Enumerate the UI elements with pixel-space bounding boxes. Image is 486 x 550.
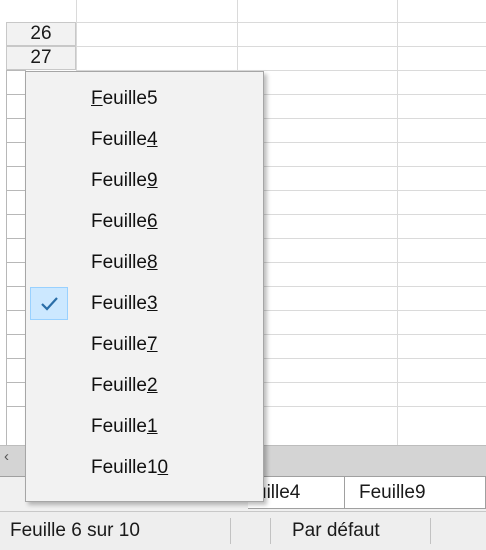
row-header-stub <box>6 118 26 119</box>
sheet-position-status[interactable]: Feuille 6 sur 10 <box>10 512 140 550</box>
arrow-left-icon[interactable]: ‹ <box>4 448 9 465</box>
row-header-stub <box>6 358 26 359</box>
row-header-stub <box>6 70 26 71</box>
menu-item-sheet[interactable]: Feuille10 <box>26 447 263 488</box>
row-header-26[interactable]: 26 <box>6 22 76 46</box>
row-header-27[interactable]: 27 <box>6 46 76 70</box>
row-header-edge <box>6 70 7 445</box>
status-bar: Feuille 6 sur 10 Par défaut <box>0 511 486 550</box>
status-divider <box>230 518 231 544</box>
grid-line <box>76 22 486 23</box>
menu-item-label: Feuille1 <box>91 416 158 437</box>
row-header-stub <box>6 166 26 167</box>
page-style-status[interactable]: Par défaut <box>292 512 380 550</box>
row-header-stub <box>6 286 26 287</box>
menu-item-label: Feuille7 <box>91 334 158 355</box>
sheet-tab-feuille9[interactable]: Feuille9 <box>345 477 486 509</box>
grid-line <box>397 0 398 445</box>
menu-item-label: Feuille5 <box>91 88 158 109</box>
checkmark-icon <box>30 287 68 320</box>
menu-item-sheet[interactable]: Feuille5 <box>26 78 263 119</box>
menu-item-sheet[interactable]: Feuille4 <box>26 119 263 160</box>
menu-item-label: Feuille4 <box>91 129 158 150</box>
row-header-stub <box>6 94 26 95</box>
menu-item-label: Feuille10 <box>91 457 169 478</box>
row-header-stub <box>6 382 26 383</box>
menu-item-label: Feuille9 <box>91 170 158 191</box>
row-header-stub <box>6 406 26 407</box>
menu-item-sheet[interactable]: Feuille6 <box>26 201 263 242</box>
menu-item-label: Feuille2 <box>91 375 158 396</box>
row-header-stub <box>6 262 26 263</box>
row-header-stub <box>6 190 26 191</box>
menu-item-sheet[interactable]: Feuille8 <box>26 242 263 283</box>
menu-item-label: Feuille6 <box>91 211 158 232</box>
menu-item-sheet[interactable]: Feuille3 <box>26 283 263 324</box>
sheet-tab-label: Feuille9 <box>359 482 426 503</box>
menu-item-label: Feuille8 <box>91 252 158 273</box>
menu-item-label: Feuille3 <box>91 293 158 314</box>
row-header-stub <box>6 238 26 239</box>
grid-line <box>76 46 486 47</box>
row-header-stub <box>6 310 26 311</box>
status-divider <box>270 518 271 544</box>
sheet-list-menu: Feuille5 Feuille4 Feuille9 Feuille6 Feuille8… <box>25 71 264 502</box>
row-header-stub <box>6 142 26 143</box>
status-divider <box>430 518 431 544</box>
row-header-stub <box>6 214 26 215</box>
menu-item-sheet[interactable]: Feuille9 <box>26 160 263 201</box>
menu-item-sheet[interactable]: Feuille1 <box>26 406 263 447</box>
row-header-stub <box>6 334 26 335</box>
menu-item-sheet[interactable]: Feuille2 <box>26 365 263 406</box>
menu-item-sheet[interactable]: Feuille7 <box>26 324 263 365</box>
